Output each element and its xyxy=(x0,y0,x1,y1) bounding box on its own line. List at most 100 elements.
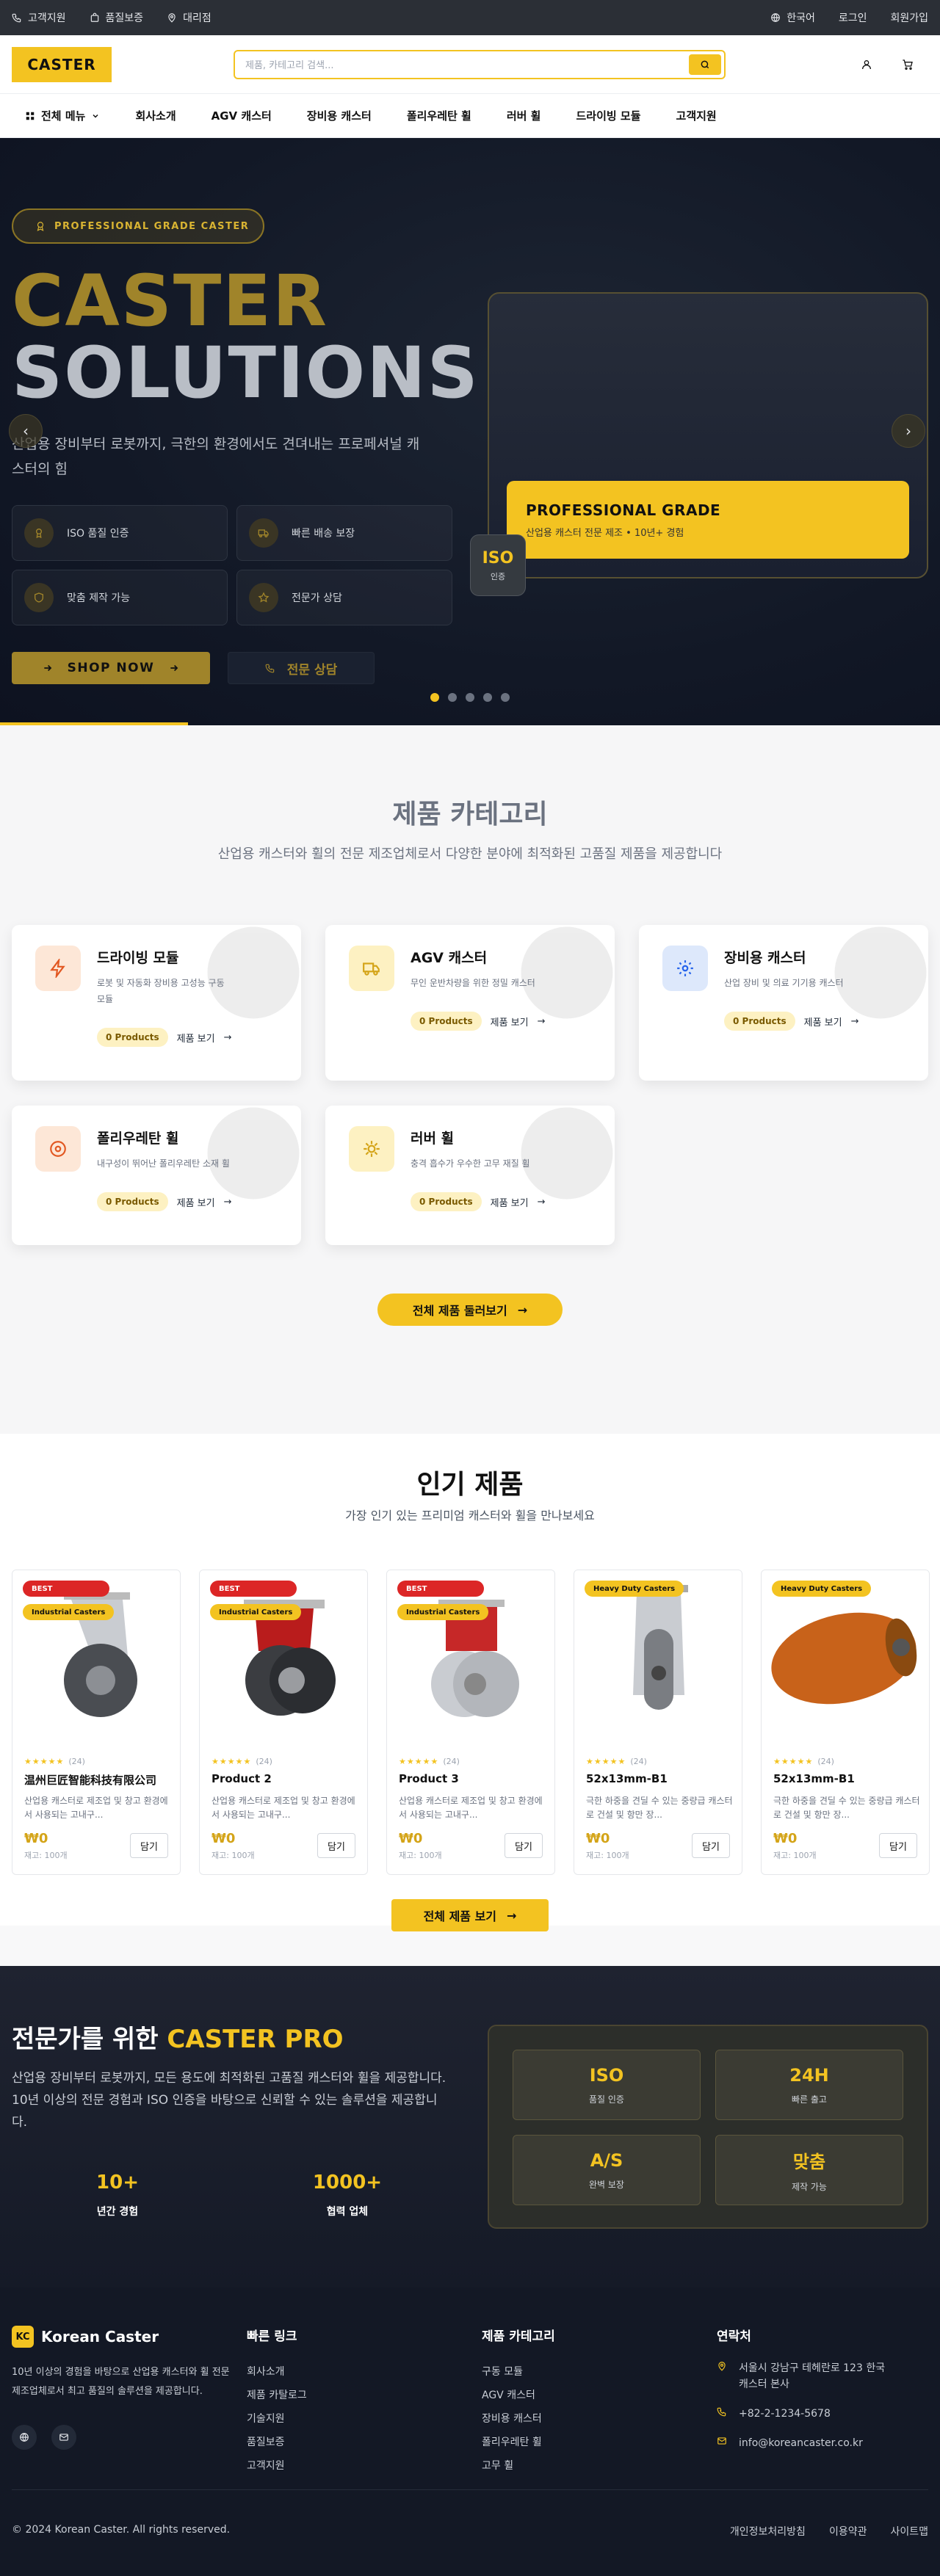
rating-stars: ★★★★★ (24) xyxy=(586,1757,647,1766)
consult-button[interactable]: 전문 상담 xyxy=(228,652,375,684)
product-card[interactable]: BEST Industrial Casters ★★★★★ (24) Produc… xyxy=(199,1570,368,1875)
stat-partners: 1000+ 협력 업체 xyxy=(312,2172,383,2218)
category-card-equipment[interactable]: 장비용 캐스터 산업 장비 및 의료 기기용 캐스터 0 Products 제품 … xyxy=(639,925,928,1081)
shop-now-button[interactable]: SHOP NOW xyxy=(12,652,210,684)
search-input[interactable]: 제품, 카테고리 검색... xyxy=(245,57,333,71)
cart-icon[interactable] xyxy=(902,59,914,70)
nav-item-rubber[interactable]: 러버 휠 xyxy=(507,108,541,123)
product-name[interactable]: Product 3 xyxy=(399,1772,549,1785)
products-title: 인기 제품 xyxy=(416,1470,524,1500)
view-products-link[interactable]: 제품 보기 xyxy=(491,1015,529,1028)
slide-dot[interactable] xyxy=(501,693,510,702)
category-section: 제품 카테고리 산업용 캐스터와 휠의 전문 제조업체로서 다양한 분야에 최적… xyxy=(0,725,940,1434)
product-card[interactable]: Heavy Duty Casters ★★★★★ (24) 52x13mm-B1 … xyxy=(761,1570,930,1875)
product-count: 0 Products xyxy=(97,1192,168,1211)
browse-all-products-button[interactable]: 전체 제품 둘러보기 → xyxy=(377,1294,563,1326)
product-count: 0 Products xyxy=(411,1012,482,1031)
slide-dot[interactable] xyxy=(466,693,474,702)
nav-item-agv[interactable]: AGV 캐스터 xyxy=(212,108,272,123)
feature-iso: ISO 품질 인증 xyxy=(12,505,228,561)
footer-link[interactable]: AGV 캐스터 xyxy=(482,2384,555,2407)
mail-icon[interactable] xyxy=(51,2425,76,2450)
support-link[interactable]: 고객지원 xyxy=(12,10,66,25)
product-count: 0 Products xyxy=(411,1192,482,1211)
arrow-right-icon: → xyxy=(537,1015,546,1027)
product-card[interactable]: BEST Industrial Casters ★★★★★ (24) Produc… xyxy=(386,1570,555,1875)
category-tag: Heavy Duty Casters xyxy=(772,1581,872,1597)
search-button[interactable] xyxy=(689,54,721,75)
add-to-cart-button[interactable]: 담기 xyxy=(505,1833,543,1858)
product-card[interactable]: Heavy Duty Casters ★★★★★ (24) 52x13mm-B1 … xyxy=(574,1570,742,1875)
prev-slide-button[interactable]: ‹ xyxy=(9,414,43,448)
arrow-right-icon: → xyxy=(223,1031,232,1043)
footer-brand[interactable]: KC Korean Caster xyxy=(12,2326,159,2348)
hero-subtitle: 산업용 장비부터 로봇까지, 극한의 환경에서도 견뎌내는 프로페셔널 캐스터의… xyxy=(12,436,420,477)
stock-text: 재고: 100개 xyxy=(586,1851,629,1860)
footer-link[interactable]: 기술지원 xyxy=(247,2407,307,2431)
footer-email[interactable]: info@koreancaster.co.kr xyxy=(739,2435,863,2451)
view-products-link[interactable]: 제품 보기 xyxy=(177,1031,215,1045)
product-name[interactable]: 温州巨匠智能科技有限公司 xyxy=(24,1772,175,1788)
view-products-link[interactable]: 제품 보기 xyxy=(177,1195,215,1209)
footer-link[interactable]: 고객지원 xyxy=(247,2454,307,2478)
globe-icon[interactable] xyxy=(12,2425,37,2450)
medal-icon xyxy=(24,518,54,548)
view-products-link[interactable]: 제품 보기 xyxy=(491,1195,529,1209)
category-card-agv[interactable]: AGV 캐스터 무인 운반차량을 위한 정밀 캐스터 0 Products 제품 … xyxy=(325,925,615,1081)
footer-link[interactable]: 품질보증 xyxy=(247,2431,307,2454)
dealer-link[interactable]: 대리점 xyxy=(167,10,212,25)
footer-phone[interactable]: +82-2-1234-5678 xyxy=(739,2406,831,2422)
footer-link[interactable]: 장비용 캐스터 xyxy=(482,2407,555,2431)
footer-link[interactable]: 폴리우레탄 휠 xyxy=(482,2431,555,2454)
site-logo[interactable]: CASTER xyxy=(12,46,112,82)
privacy-link[interactable]: 개인정보처리방침 xyxy=(730,2524,806,2539)
footer-link[interactable]: 고무 휠 xyxy=(482,2454,555,2478)
view-all-products-button[interactable]: 전체 제품 보기 → xyxy=(391,1899,549,1931)
product-card[interactable]: BEST Industrial Casters ★★★★★ (24) 温州巨匠智能… xyxy=(12,1570,181,1875)
add-to-cart-button[interactable]: 담기 xyxy=(692,1833,730,1858)
truck-icon xyxy=(249,518,278,548)
nav-item-polyurethane[interactable]: 폴리우레탄 휠 xyxy=(407,108,471,123)
nav-item-driving[interactable]: 드라이빙 모듈 xyxy=(576,108,640,123)
nav-item-support[interactable]: 고객지원 xyxy=(676,108,717,123)
chevron-left-icon: ‹ xyxy=(23,422,29,440)
add-to-cart-button[interactable]: 담기 xyxy=(317,1833,355,1858)
sitemap-link[interactable]: 사이트맵 xyxy=(890,2524,928,2539)
slide-dot[interactable] xyxy=(430,693,439,702)
next-slide-button[interactable]: › xyxy=(892,414,925,448)
user-icon[interactable] xyxy=(861,59,872,70)
add-to-cart-button[interactable]: 담기 xyxy=(130,1833,168,1858)
footer-link[interactable]: 구동 모듈 xyxy=(482,2360,555,2384)
language-selector[interactable]: 한국어 xyxy=(770,10,815,25)
login-link[interactable]: 로그인 xyxy=(839,10,867,25)
signup-link[interactable]: 회원가입 xyxy=(890,10,928,25)
category-card-driving[interactable]: 드라이빙 모듈 로봇 및 자동화 장비용 고성능 구동 모듈 0 Product… xyxy=(12,925,301,1081)
warranty-link[interactable]: 품질보증 xyxy=(90,10,143,25)
pro-feature-custom: 맞춤 제작 가능 xyxy=(715,2135,903,2205)
mail-icon xyxy=(717,2435,727,2451)
stock-text: 재고: 100개 xyxy=(24,1851,68,1860)
add-to-cart-button[interactable]: 담기 xyxy=(879,1833,917,1858)
product-name[interactable]: 52x13mm-B1 xyxy=(773,1772,924,1785)
product-name[interactable]: 52x13mm-B1 xyxy=(586,1772,737,1785)
slide-dot[interactable] xyxy=(448,693,457,702)
footer-link[interactable]: 회사소개 xyxy=(247,2360,307,2384)
nav-item-equipment[interactable]: 장비용 캐스터 xyxy=(307,108,372,123)
category-tag: Heavy Duty Casters xyxy=(585,1581,684,1597)
product-name[interactable]: Product 2 xyxy=(212,1772,362,1785)
terms-link[interactable]: 이용약관 xyxy=(829,2524,867,2539)
caster-image xyxy=(64,1592,137,1717)
nav-item-about[interactable]: 회사소개 xyxy=(135,108,176,123)
category-card-rubber[interactable]: 러버 휠 충격 흡수가 우수한 고무 재질 휠 0 Products 제품 보기 → xyxy=(325,1106,615,1245)
product-description: 산업용 캐스터로 제조업 및 창고 환경에서 사용되는 고내구... xyxy=(24,1796,168,1820)
slide-dot[interactable] xyxy=(483,693,492,702)
feature-custom: 맞춤 제작 가능 xyxy=(12,570,228,625)
view-products-link[interactable]: 제품 보기 xyxy=(804,1015,842,1028)
caster-image xyxy=(244,1600,336,1716)
all-menu-button[interactable]: 전체 메뉴 xyxy=(25,108,100,123)
category-card-polyurethane[interactable]: 폴리우레탄 휠 내구성이 뛰어난 폴리우레탄 소재 휠 0 Products 제품… xyxy=(12,1106,301,1245)
footer-link[interactable]: 제품 카탈로그 xyxy=(247,2384,307,2407)
search-bar[interactable]: 제품, 카테고리 검색... xyxy=(234,49,726,79)
copyright: © 2024 Korean Caster. All rights reserve… xyxy=(12,2524,231,2536)
pin-icon xyxy=(167,12,177,23)
